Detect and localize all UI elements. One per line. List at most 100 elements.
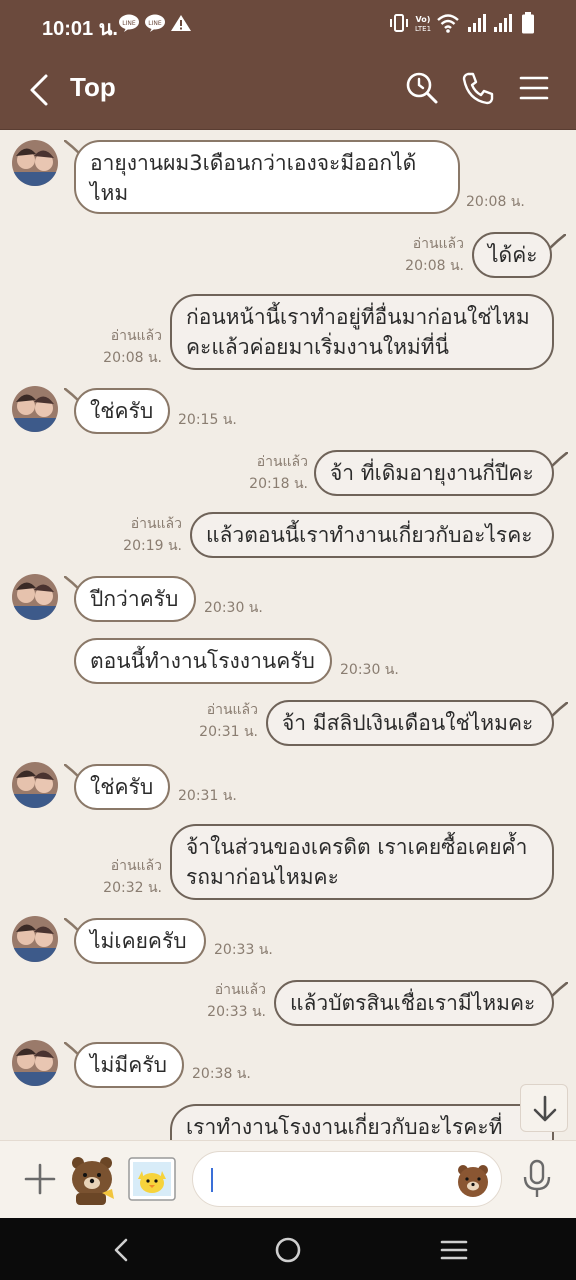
emoji-bear-icon[interactable] xyxy=(455,1162,491,1198)
message-text: ไหม xyxy=(90,181,129,205)
chat-message-list[interactable]: อายุงานผม3เดือนกว่าเองจะมีออกได้ ไหม 20:… xyxy=(0,130,576,1140)
message-time: 20:33 น. xyxy=(214,942,273,958)
message-text: แล้วบัตรสินเชื่อเรามีไหมคะ xyxy=(290,991,536,1015)
message-bubble[interactable]: จ้า มีสลิปเงินเดือนใช่ไหมคะ xyxy=(266,700,554,746)
message-bubble[interactable]: ไม่เคยครับ xyxy=(74,918,206,964)
message-bubble[interactable]: เราทำงานโรงงานเกี่ยวกับอะไรคะที่ xyxy=(170,1104,554,1140)
message-time: 20:31 น. xyxy=(199,724,258,740)
nav-back-icon[interactable] xyxy=(104,1232,140,1268)
message-bubble[interactable]: จ้าในส่วนของเครดิต เราเคยซื้อเคยค้ำ รถมา… xyxy=(170,824,554,900)
message-text: รถมาก่อนไหมคะ xyxy=(186,865,339,889)
message-text: ตอนนี้ทำงานโรงงานครับ xyxy=(90,649,315,673)
message-bubble[interactable]: ได้ค่ะ xyxy=(472,232,552,278)
svg-text:Vo): Vo) xyxy=(416,15,431,24)
message-time: 20:18 น. xyxy=(249,476,308,492)
message-text: ใช่ครับ xyxy=(90,399,154,423)
battery-icon xyxy=(522,12,534,34)
avatar[interactable] xyxy=(12,140,58,186)
message-bubble[interactable]: ใช่ครับ xyxy=(74,388,170,434)
message-text: คะแล้วค่อยมาเริ่มงานใหม่ที่นี่ xyxy=(186,335,449,359)
message-text: ก่อนหน้านี้เราทำอยู่ที่อื่นมาก่อนใช่ไหม xyxy=(186,305,530,329)
system-navigation-bar xyxy=(0,1218,576,1280)
svg-text:LTE1: LTE1 xyxy=(415,25,431,33)
message-text: อายุงานผม3เดือนกว่าเองจะมีออกได้ xyxy=(90,151,417,175)
message-time: 20:08 น. xyxy=(405,258,464,274)
search-clock-icon[interactable] xyxy=(404,70,440,106)
volte-icon: Vo)LTE1 xyxy=(415,15,431,33)
message-text: ปีกว่าครับ xyxy=(90,587,179,611)
arrow-down-icon xyxy=(533,1095,557,1122)
line-icon: LINE xyxy=(145,14,165,32)
message-bubble[interactable]: ใช่ครับ xyxy=(74,764,170,810)
phone-icon[interactable] xyxy=(460,70,496,106)
message-text: เราทำงานโรงงานเกี่ยวกับอะไรคะที่ xyxy=(186,1115,503,1139)
message-bubble[interactable]: ก่อนหน้านี้เราทำอยู่ที่อื่นมาก่อนใช่ไหม … xyxy=(170,294,554,370)
warning-icon xyxy=(171,15,191,31)
message-bubble[interactable]: อายุงานผม3เดือนกว่าเองจะมีออกได้ ไหม xyxy=(74,140,460,214)
nav-recents-icon[interactable] xyxy=(436,1232,472,1268)
message-text: จ้าในส่วนของเครดิต เราเคยซื้อเคยค้ำ xyxy=(186,835,528,859)
chat-header: Top xyxy=(0,48,576,130)
message-text: จ้า มีสลิปเงินเดือนใช่ไหมคะ xyxy=(282,711,534,735)
avatar[interactable] xyxy=(12,386,58,432)
scroll-to-bottom-button[interactable] xyxy=(520,1084,568,1132)
svg-text:LINE: LINE xyxy=(122,20,136,27)
message-bubble[interactable]: ตอนนี้ทำงานโรงงานครับ xyxy=(74,638,332,684)
message-text: ไม่เคยครับ xyxy=(90,929,187,953)
read-receipt: อ่านแล้ว xyxy=(130,516,182,532)
bubble-tail xyxy=(550,234,566,249)
read-receipt: อ่านแล้ว xyxy=(110,328,162,344)
read-receipt: อ่านแล้ว xyxy=(214,982,266,998)
message-text: ใช่ครับ xyxy=(90,775,154,799)
vibrate-icon xyxy=(390,14,408,32)
message-text: แล้วตอนนี้เราทำงานเกี่ยวกับอะไรคะ xyxy=(206,523,533,547)
sticker-chick-icon[interactable] xyxy=(126,1153,178,1205)
svg-text:LINE: LINE xyxy=(148,20,162,27)
message-time: 20:19 น. xyxy=(123,538,182,554)
line-icon: LINE xyxy=(119,14,139,32)
message-time: 20:31 น. xyxy=(178,788,237,804)
bubble-tail xyxy=(552,982,568,997)
message-time: 20:30 น. xyxy=(204,600,263,616)
message-bubble[interactable]: แล้วบัตรสินเชื่อเรามีไหมคะ xyxy=(274,980,554,1026)
message-time: 20:38 น. xyxy=(192,1066,251,1082)
message-bubble[interactable]: ปีกว่าครับ xyxy=(74,576,196,622)
read-receipt: อ่านแล้ว xyxy=(206,702,258,718)
message-text: ไม่มีครับ xyxy=(90,1053,167,1077)
signal-icon xyxy=(468,14,486,32)
read-receipt: อ่านแล้ว xyxy=(412,236,464,252)
read-receipt: อ่านแล้ว xyxy=(110,858,162,874)
avatar[interactable] xyxy=(12,1040,58,1086)
nav-home-icon[interactable] xyxy=(270,1232,306,1268)
back-icon[interactable] xyxy=(22,70,58,110)
signal-icon xyxy=(494,14,512,32)
status-time: 10:01 น. xyxy=(42,18,118,40)
status-bar: 10:01 น. LINE LINE Vo) LTE1 xyxy=(0,0,576,48)
chat-title[interactable]: Top xyxy=(70,72,116,103)
microphone-icon[interactable] xyxy=(520,1157,554,1201)
message-input[interactable] xyxy=(192,1151,502,1207)
bubble-tail xyxy=(552,702,568,717)
text-caret xyxy=(211,1168,213,1192)
message-text: จ้า ที่เดิมอายุงานกี่ปีคะ xyxy=(330,461,534,485)
avatar[interactable] xyxy=(12,574,58,620)
message-time: 20:15 น. xyxy=(178,412,237,428)
read-receipt: อ่านแล้ว xyxy=(256,454,308,470)
message-bubble[interactable]: แล้วตอนนี้เราทำงานเกี่ยวกับอะไรคะ xyxy=(190,512,554,558)
sticker-bear-icon[interactable] xyxy=(66,1153,118,1205)
message-input-bar xyxy=(0,1140,576,1218)
wifi-icon xyxy=(437,14,459,33)
message-bubble[interactable]: ไม่มีครับ xyxy=(74,1042,184,1088)
plus-icon[interactable] xyxy=(22,1159,58,1199)
menu-icon[interactable] xyxy=(516,70,552,106)
message-time: 20:08 น. xyxy=(103,350,162,366)
avatar[interactable] xyxy=(12,916,58,962)
message-time: 20:33 น. xyxy=(207,1004,266,1020)
bubble-tail xyxy=(552,452,568,467)
message-time: 20:30 น. xyxy=(340,662,399,678)
message-text: ได้ค่ะ xyxy=(488,243,538,267)
message-time: 20:08 น. xyxy=(466,194,525,210)
avatar[interactable] xyxy=(12,762,58,808)
message-bubble[interactable]: จ้า ที่เดิมอายุงานกี่ปีคะ xyxy=(314,450,554,496)
message-time: 20:32 น. xyxy=(103,880,162,896)
